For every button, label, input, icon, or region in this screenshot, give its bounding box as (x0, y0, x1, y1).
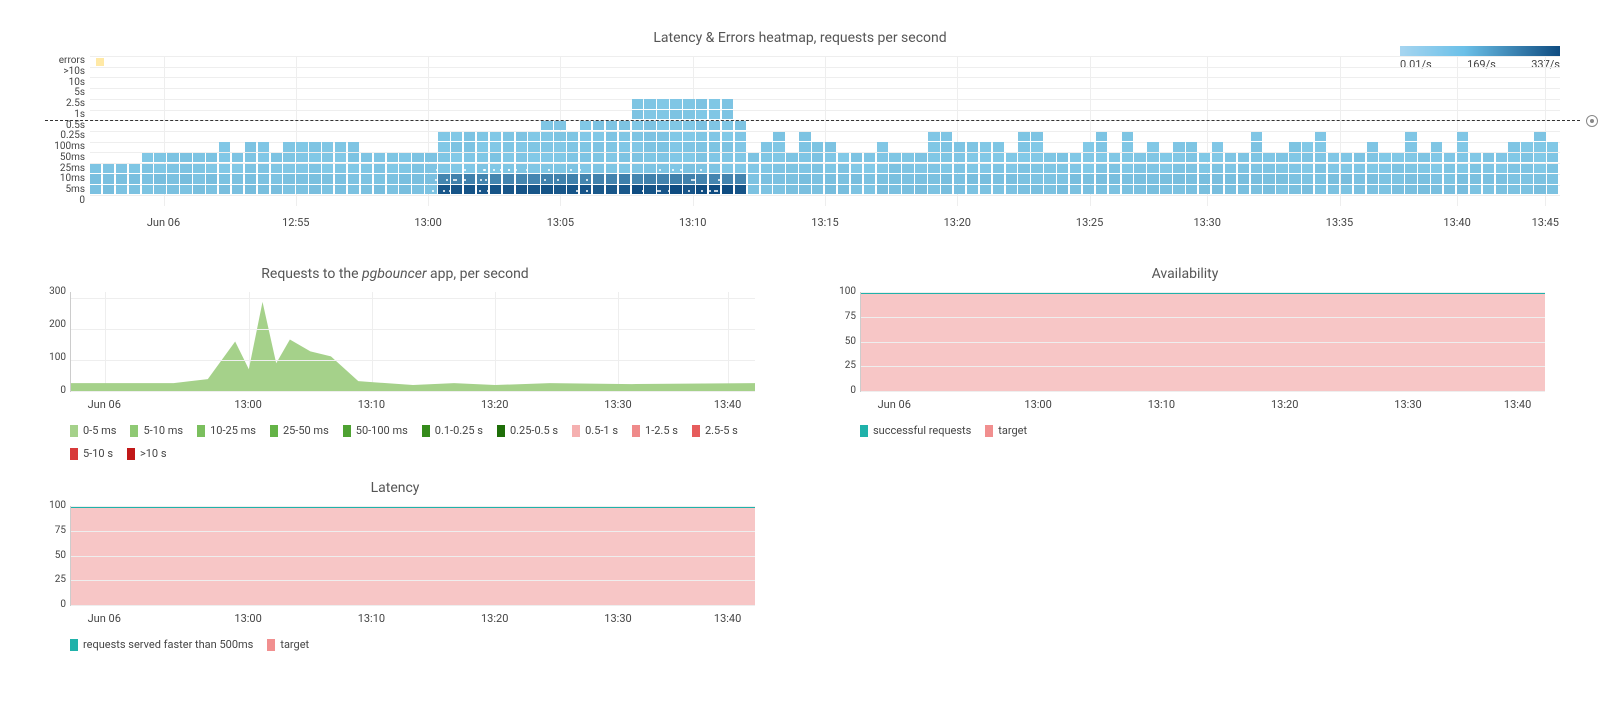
legend-item[interactable]: 5-10 ms (130, 424, 183, 437)
requests-title: Requests to the pgbouncer app, per secon… (20, 266, 770, 282)
gradient-bar (1400, 46, 1560, 56)
legend-item[interactable]: >10 s (127, 447, 167, 460)
legend-item[interactable]: 0.25-0.5 s (497, 424, 558, 437)
legend-swatch (632, 425, 640, 437)
legend-item[interactable]: requests served faster than 500ms (70, 638, 253, 651)
availability-chart[interactable]: Availability 1007550250 Jun 0613:0013:10… (810, 266, 1560, 460)
legend-swatch (70, 448, 78, 460)
legend-item[interactable]: 0-5 ms (70, 424, 116, 437)
legend-item[interactable]: 2.5-5 s (692, 424, 738, 437)
legend-item[interactable]: 0.5-1 s (572, 424, 618, 437)
legend-item[interactable]: 10-25 ms (197, 424, 256, 437)
legend-swatch (860, 425, 868, 437)
legend-item[interactable]: target (267, 638, 309, 651)
legend-item[interactable]: 0.1-0.25 s (422, 424, 483, 437)
latency-title: Latency (20, 480, 770, 496)
availability-legend: successful requests target (860, 424, 1560, 437)
legend-swatch (497, 425, 505, 437)
availability-title: Availability (810, 266, 1560, 282)
legend-swatch (130, 425, 138, 437)
dashboard: Latency & Errors heatmap, requests per s… (0, 0, 1600, 681)
legend-swatch (985, 425, 993, 437)
legend-item[interactable]: 1-2.5 s (632, 424, 678, 437)
legend-item[interactable]: 25-50 ms (270, 424, 329, 437)
legend-swatch (70, 425, 78, 437)
legend-swatch (267, 639, 275, 651)
heatmap-cells (90, 56, 1560, 206)
legend-swatch (270, 425, 278, 437)
legend-swatch (197, 425, 205, 437)
latency-chart[interactable]: Latency 1007550250 Jun 0613:0013:1013:20… (20, 480, 770, 651)
requests-legend: 0-5 ms 5-10 ms 10-25 ms 25-50 ms 50-100 ms 0.… (70, 424, 770, 460)
legend-item[interactable]: target (985, 424, 1027, 437)
threshold-marker-icon (1586, 115, 1598, 127)
legend-swatch (692, 425, 700, 437)
legend-swatch (422, 425, 430, 437)
requests-chart[interactable]: Requests to the pgbouncer app, per secon… (20, 266, 770, 460)
legend-item[interactable]: 50-100 ms (343, 424, 408, 437)
legend-swatch (343, 425, 351, 437)
legend-item[interactable]: 5-10 s (70, 447, 113, 460)
heatmap-title: Latency & Errors heatmap, requests per s… (20, 30, 1580, 46)
legend-swatch (572, 425, 580, 437)
legend-swatch (70, 639, 78, 651)
heatmap-chart[interactable]: 0.01/s 169/s 337/s errors>10s10s5s2.5s1s… (20, 56, 1580, 226)
legend-item[interactable]: successful requests (860, 424, 971, 437)
latency-legend: requests served faster than 500ms target (70, 638, 770, 651)
heatmap-x-labels: Jun 0612:5513:0013:0513:1013:1513:2013:2… (90, 216, 1560, 231)
heatmap-y-labels: errors>10s10s5s2.5s1s0.5s0.25s100ms50ms2… (45, 56, 85, 206)
legend-swatch (127, 448, 135, 460)
